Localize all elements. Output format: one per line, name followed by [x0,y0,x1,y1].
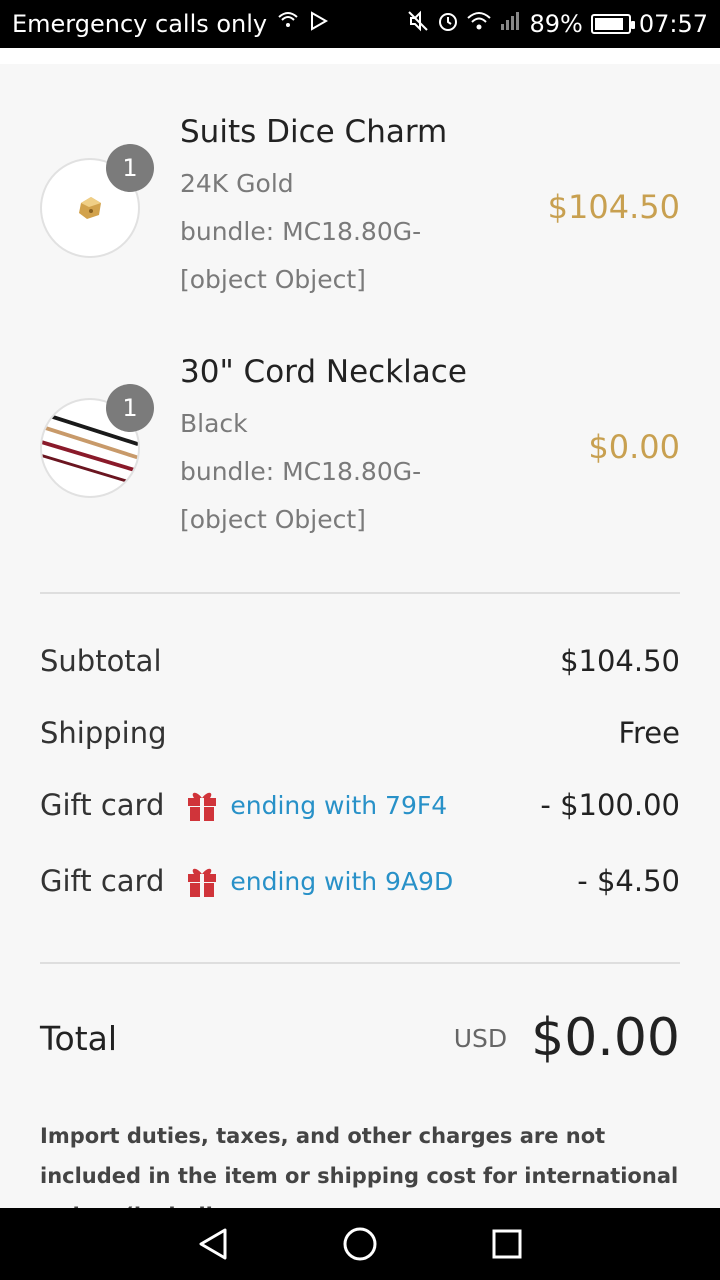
navigation-bar [0,1208,720,1280]
gift-card-label: Gift card [40,788,165,822]
gift-card-link[interactable]: ending with 79F4 [186,788,447,822]
subtotal-row: Subtotal $104.50 [40,644,680,678]
item-price: $104.50 [547,188,680,226]
gift-card-link[interactable]: ending with 9A9D [186,864,453,898]
item-title: Suits Dice Charm [180,114,448,150]
home-icon [343,1227,377,1261]
play-store-icon [309,11,329,37]
total-value: $0.00 [531,1008,680,1068]
gift-card-ending[interactable]: ending with 9A9D [230,867,453,896]
clock: 07:57 [638,10,708,38]
item-variant: Black [180,409,248,438]
battery-percent: 89% [529,10,583,38]
item-thumbnail: 1 [40,144,154,258]
quantity-badge: 1 [106,144,154,192]
item-price: $0.00 [588,428,680,466]
recents-button[interactable] [487,1224,527,1264]
shipping-row: Shipping Free [40,716,680,750]
wifi-icon [467,11,492,37]
gift-card-row: Gift card ending with 79F4 - $100.00 [40,788,680,822]
shipping-value: Free [618,716,680,750]
cart-item: 1 Suits Dice Charm 24K Gold bundle: MC18… [40,104,680,344]
gift-card-amount: - $100.00 [540,788,680,822]
item-variant: 24K Gold [180,169,294,198]
gift-card-amount: - $4.50 [577,864,680,898]
signal-icon [499,10,521,38]
item-thumbnail: 1 [40,384,154,498]
summary-panel: 1 Suits Dice Charm 24K Gold bundle: MC18… [0,64,720,1208]
subtotal-value: $104.50 [560,644,680,678]
divider [40,962,680,964]
item-bundle: bundle: MC18.80G-[object Object] [180,457,422,534]
top-strip [0,48,720,64]
currency-code: USD [453,1023,508,1053]
alarm-icon [437,10,459,38]
item-bundle: bundle: MC18.80G-[object Object] [180,217,422,294]
gift-icon [188,868,217,897]
gift-card-label: Gift card [40,864,165,898]
cart-item: 1 30" Cord Necklace Black bundle: MC18.8… [40,344,680,584]
recents-icon [492,1229,522,1259]
mute-icon [407,10,429,38]
gift-icon [188,792,217,821]
home-button[interactable] [340,1224,380,1264]
subtotal-label: Subtotal [40,644,162,678]
total-label: Total [40,1018,118,1058]
back-icon [199,1228,227,1260]
back-button[interactable] [193,1224,233,1264]
quantity-badge: 1 [106,384,154,432]
order-summary: 1 Suits Dice Charm 24K Gold bundle: MC18… [0,48,720,1208]
import-duties-notice: Import duties, taxes, and other charges … [40,1124,679,1208]
shipping-label: Shipping [40,716,167,750]
wifi-calling-icon [277,11,299,37]
gift-card-ending[interactable]: ending with 79F4 [230,791,447,820]
battery-icon [590,14,635,34]
carrier-text: Emergency calls only [12,10,268,38]
item-title: 30" Cord Necklace [180,354,467,390]
status-bar: Emergency calls only 89% 07:57 [0,0,720,48]
total-row: Total USD $0.00 [40,1008,680,1068]
divider [40,592,680,594]
gift-card-row: Gift card ending with 9A9D - $4.50 [40,864,680,898]
